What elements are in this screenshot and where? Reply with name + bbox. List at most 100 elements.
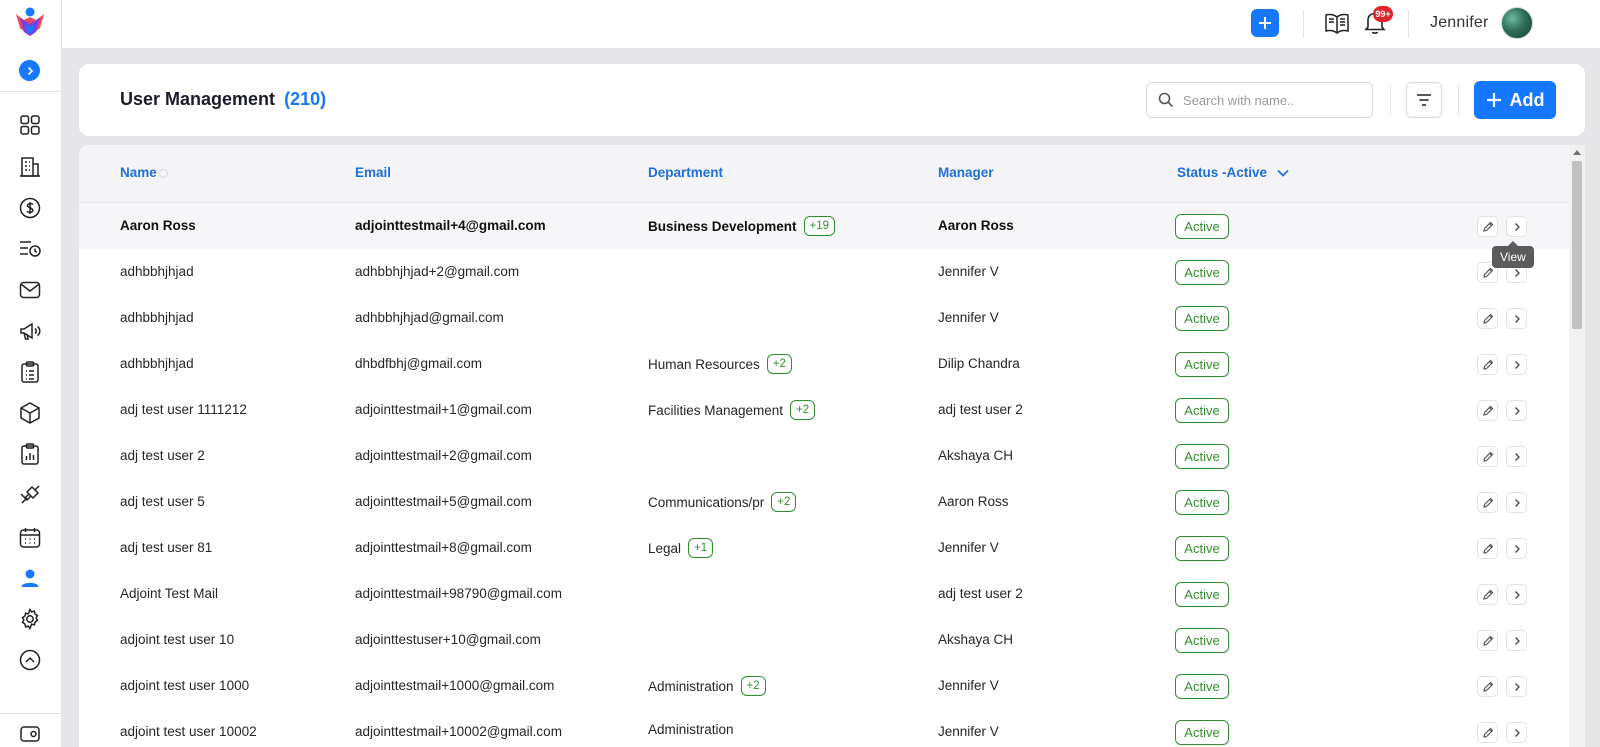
table-row[interactable]: Adjoint Test Mail adjointtestmail+98790@g…	[79, 571, 1569, 618]
search-input[interactable]	[1183, 92, 1363, 108]
table-row[interactable]: adhbbhjhjad dhbdfbhj@gmail.com Human Resou…	[79, 341, 1569, 388]
chevron-right-icon	[1514, 360, 1520, 369]
quick-add-button[interactable]	[1251, 9, 1279, 37]
sidebar	[0, 0, 62, 747]
view-button[interactable]	[1506, 676, 1527, 697]
sort-icon[interactable]	[158, 168, 168, 178]
mail-icon	[19, 281, 41, 299]
sidebar-item-integrations[interactable]	[15, 480, 45, 510]
edit-button[interactable]	[1477, 630, 1498, 651]
user-name-cell: adhbbhjhjad	[120, 264, 194, 279]
sidebar-item-mail[interactable]	[15, 275, 45, 305]
pencil-icon	[1482, 451, 1493, 462]
table-row[interactable]: adj test user 2 adjointtestmail+2@gmail.c…	[79, 433, 1569, 480]
edit-button[interactable]	[1477, 676, 1498, 697]
department-cell: Administration	[648, 722, 734, 737]
sidebar-item-finance[interactable]	[15, 193, 45, 223]
department-name: Administration	[648, 678, 734, 694]
pencil-icon	[1482, 635, 1493, 646]
scroll-thumb[interactable]	[1572, 161, 1582, 329]
status-badge: Active	[1175, 628, 1229, 653]
chevron-right-icon	[1514, 728, 1520, 737]
pencil-icon	[1482, 313, 1493, 324]
search-box[interactable]	[1146, 82, 1373, 118]
sidebar-item-dashboard[interactable]	[15, 110, 45, 140]
edit-button[interactable]	[1477, 354, 1498, 375]
department-more-badge[interactable]: +1	[688, 538, 714, 558]
table-scrollbar[interactable]	[1569, 145, 1585, 747]
table-row[interactable]: Aaron Ross adjointtestmail+4@gmail.com Bus…	[79, 203, 1569, 250]
sidebar-item-settings[interactable]	[15, 604, 45, 634]
filter-button[interactable]	[1406, 82, 1442, 118]
edit-button[interactable]	[1477, 722, 1498, 743]
sidebar-item-checklists[interactable]	[15, 357, 45, 387]
sidebar-item-announcements[interactable]	[15, 316, 45, 346]
department-more-badge[interactable]: +19	[803, 216, 836, 236]
table-row[interactable]: adhbbhjhjad adhbbhjhjad@gmail.com Jennifer…	[79, 295, 1569, 342]
user-email-cell: adjointtestmail+1@gmail.com	[355, 402, 532, 417]
manager-cell: Jennifer V	[938, 310, 999, 325]
status-badge: Active	[1175, 352, 1229, 377]
user-name[interactable]: Jennifer	[1430, 14, 1489, 32]
calendar-icon	[19, 528, 41, 548]
manager-cell: Akshaya CH	[938, 632, 1014, 647]
department-more-badge[interactable]: +2	[790, 400, 816, 420]
status-badge: Active	[1175, 444, 1229, 469]
department-cell: Communications/pr +2	[648, 492, 797, 512]
view-button[interactable]	[1506, 538, 1527, 559]
view-button[interactable]	[1506, 308, 1527, 329]
view-button[interactable]	[1506, 354, 1527, 375]
sidebar-item-organization[interactable]	[15, 152, 45, 182]
table-row[interactable]: adj test user 81 adjointtestmail+8@gmail.…	[79, 525, 1569, 572]
table-row[interactable]: adjoint test user 10002 adjointtestmail+1…	[79, 709, 1569, 747]
sidebar-item-users[interactable]	[15, 563, 45, 593]
column-header-name[interactable]: Name	[120, 165, 168, 180]
edit-button[interactable]	[1477, 446, 1498, 467]
app-logo[interactable]	[12, 6, 48, 40]
sidebar-item-collapse[interactable]	[15, 645, 45, 675]
add-user-button[interactable]: Add	[1474, 81, 1556, 119]
sidebar-item-reports[interactable]	[15, 439, 45, 469]
sidebar-item-calendar[interactable]	[15, 523, 45, 553]
edit-button[interactable]	[1477, 308, 1498, 329]
view-button[interactable]	[1506, 216, 1527, 237]
edit-button[interactable]	[1477, 400, 1498, 421]
plus-icon	[1259, 17, 1271, 29]
pencil-icon	[1482, 267, 1493, 278]
status-badge: Active	[1175, 674, 1229, 699]
view-button[interactable]	[1506, 400, 1527, 421]
department-more-badge[interactable]: +2	[766, 354, 792, 374]
sidebar-expand-button[interactable]	[19, 60, 40, 81]
view-button[interactable]	[1506, 492, 1527, 513]
table-row[interactable]: adj test user 5 adjointtestmail+5@gmail.c…	[79, 479, 1569, 526]
view-button[interactable]	[1506, 446, 1527, 467]
view-button[interactable]	[1506, 722, 1527, 743]
table-row[interactable]: adhbbhjhjad adhbbhjhjad+2@gmail.com Jennif…	[79, 249, 1569, 296]
scroll-up-arrow[interactable]	[1573, 150, 1581, 155]
view-button[interactable]	[1506, 584, 1527, 605]
edit-button[interactable]	[1477, 538, 1498, 559]
chevron-right-icon	[1514, 452, 1520, 461]
chevron-right-icon	[1514, 314, 1520, 323]
header-divider	[1390, 84, 1391, 116]
edit-button[interactable]	[1477, 584, 1498, 605]
user-email-cell: adhbbhjhjad+2@gmail.com	[355, 264, 520, 279]
table-row[interactable]: adjoint test user 10 adjointtestuser+10@g…	[79, 617, 1569, 664]
avatar[interactable]	[1501, 7, 1533, 39]
status-filter-dropdown[interactable]: Status -Active	[1177, 165, 1289, 180]
department-more-badge[interactable]: +2	[740, 676, 766, 696]
user-email-cell: adjointtestmail+98790@gmail.com	[355, 586, 562, 601]
sidebar-item-tasks[interactable]	[15, 233, 45, 263]
view-button[interactable]	[1506, 630, 1527, 651]
book-icon[interactable]	[1324, 10, 1350, 36]
table-row[interactable]: adjoint test user 1000 adjointtestmail+10…	[79, 663, 1569, 710]
edit-button[interactable]	[1477, 216, 1498, 237]
sidebar-item-assets[interactable]	[15, 398, 45, 428]
edit-button[interactable]	[1477, 492, 1498, 513]
user-name-cell: adjoint test user 10002	[120, 724, 257, 739]
sidebar-item-wallet[interactable]	[15, 718, 45, 747]
department-more-badge[interactable]: +2	[771, 492, 797, 512]
table-row[interactable]: adj test user 1111212 adjointtestmail+1@g…	[79, 387, 1569, 434]
search-icon	[1158, 92, 1174, 108]
dollar-icon	[19, 197, 41, 219]
